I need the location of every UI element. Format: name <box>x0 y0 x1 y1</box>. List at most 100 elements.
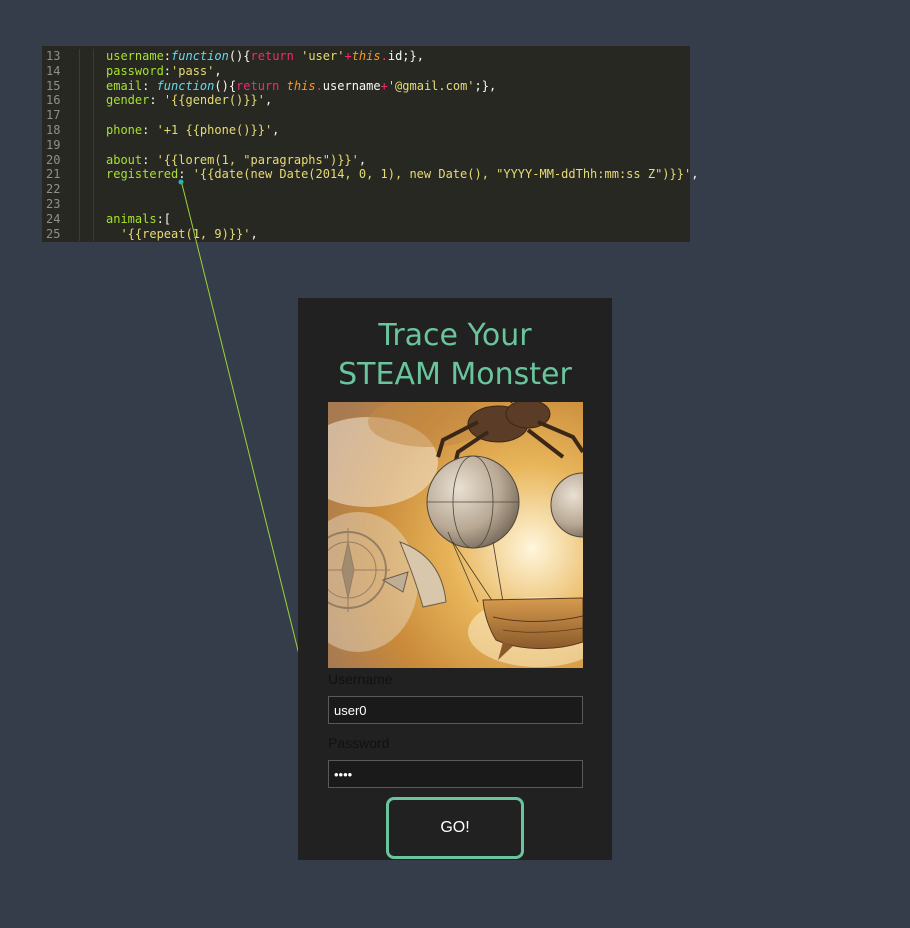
code-token: ;}, <box>474 78 497 93</box>
code-token: , <box>358 152 367 167</box>
steampunk-airship-image <box>328 402 583 668</box>
code-line: 23 <box>42 196 690 212</box>
password-label: Password <box>328 735 390 751</box>
code-token: : <box>163 49 172 63</box>
code-text: password:'pass', <box>106 64 222 79</box>
code-token: username <box>322 78 381 93</box>
indent-guide <box>93 226 94 242</box>
code-line: 24 animals:[ <box>42 211 690 227</box>
code-token: about <box>106 152 143 167</box>
code-token: , <box>250 226 258 241</box>
line-number: 14 <box>46 63 61 78</box>
indent-guide <box>93 152 94 168</box>
code-token: :[ <box>156 211 172 226</box>
indent-guide <box>93 78 94 94</box>
code-token: (){ <box>214 78 237 93</box>
indent-guide <box>79 196 80 212</box>
code-text: registered: '{{date(new Date(2014, 0, 1)… <box>106 167 698 182</box>
code-token: 'pass' <box>171 63 215 78</box>
indent-guide <box>93 137 94 153</box>
code-token: return <box>236 78 280 93</box>
code-token: '+1 {{phone()}}' <box>156 122 273 137</box>
code-token: , <box>691 167 699 182</box>
app-title-line1: Trace Your <box>378 318 532 353</box>
code-line: 22 <box>42 182 690 197</box>
line-number: 23 <box>46 196 61 211</box>
indent-guide <box>79 226 80 242</box>
code-token: , <box>264 93 273 108</box>
line-number: 22 <box>46 182 61 197</box>
code-token: registered <box>106 167 179 182</box>
code-token: + <box>344 49 352 63</box>
indent-guide <box>79 93 80 109</box>
line-number: 17 <box>46 108 61 123</box>
code-token: '{{gender()}}' <box>163 93 265 108</box>
indent-guide <box>79 108 80 123</box>
code-token: 'user' <box>301 49 345 63</box>
indent-guide <box>79 182 80 197</box>
code-token: this <box>351 49 381 63</box>
code-token: . <box>380 49 388 63</box>
airship-illustration <box>328 402 583 668</box>
code-line: 25 '{{repeat(1, 9)}}', <box>42 226 690 242</box>
code-token: '{{lorem(1, "paragraphs")}}' <box>156 152 359 167</box>
code-line: 19 <box>42 137 690 153</box>
indent-guide <box>93 122 94 138</box>
code-line: 17 <box>42 108 690 123</box>
line-number: 24 <box>46 211 61 226</box>
code-token: '{{date(new Date(2014, 0, 1), new Date()… <box>192 167 692 182</box>
code-token: : <box>142 78 157 93</box>
code-text: about: '{{lorem(1, "paragraphs")}}', <box>106 153 366 168</box>
app-title-line2: STEAM Monster <box>338 357 572 392</box>
username-input[interactable] <box>328 696 583 724</box>
indent-guide <box>93 108 94 123</box>
code-text: username:function(){return 'user'+this.i… <box>106 49 424 64</box>
code-token: + <box>380 78 388 93</box>
code-token: this <box>286 78 316 93</box>
line-number: 20 <box>46 152 61 167</box>
code-token: '{{repeat(1, 9)}}' <box>120 226 251 241</box>
indent-guide <box>93 63 94 79</box>
code-lines: 13 username:function(){return 'user'+this… <box>42 49 698 242</box>
code-token: : <box>142 122 157 137</box>
code-token: password <box>106 63 164 78</box>
go-button[interactable]: GO! <box>386 797 524 859</box>
indent-guide <box>79 152 80 168</box>
indent-guide <box>93 196 94 212</box>
code-token: , <box>214 63 222 78</box>
line-number: 16 <box>46 93 61 108</box>
code-token: function <box>156 78 215 93</box>
code-token: : <box>142 152 157 167</box>
indent-guide <box>79 211 80 227</box>
app-title: Trace Your STEAM Monster <box>298 316 612 394</box>
password-input[interactable] <box>328 760 583 788</box>
line-number: 21 <box>46 167 61 182</box>
indent-guide <box>79 63 80 79</box>
code-token: phone <box>106 122 143 137</box>
indent-guide <box>79 49 80 64</box>
code-token: return <box>250 49 294 63</box>
code-token: . <box>315 78 323 93</box>
code-text: gender: '{{gender()}}', <box>106 93 272 108</box>
code-token: animals <box>106 211 157 226</box>
code-token: email <box>106 78 143 93</box>
code-line: 18 phone: '+1 {{phone()}}', <box>42 122 690 138</box>
indent-guide <box>79 78 80 94</box>
indent-guide <box>93 49 94 64</box>
code-text: animals:[ <box>106 212 171 227</box>
code-token: '@gmail.com' <box>387 78 475 93</box>
code-line: 21 registered: '{{date(new Date(2014, 0, … <box>42 167 698 183</box>
indent-guide <box>79 167 80 183</box>
line-number: 18 <box>46 122 61 137</box>
indent-guide <box>93 182 94 197</box>
code-text: phone: '+1 {{phone()}}', <box>106 123 279 138</box>
line-number: 15 <box>46 78 61 93</box>
line-number: 25 <box>46 226 61 241</box>
app-login-panel: Trace Your STEAM Monster Username user0 … <box>298 298 612 860</box>
code-line: 20 about: '{{lorem(1, "paragraphs")}}', <box>42 152 690 168</box>
code-editor-snippet: 13 username:function(){return 'user'+this… <box>42 46 698 242</box>
indent-guide <box>93 93 94 109</box>
line-number: 13 <box>46 49 61 63</box>
